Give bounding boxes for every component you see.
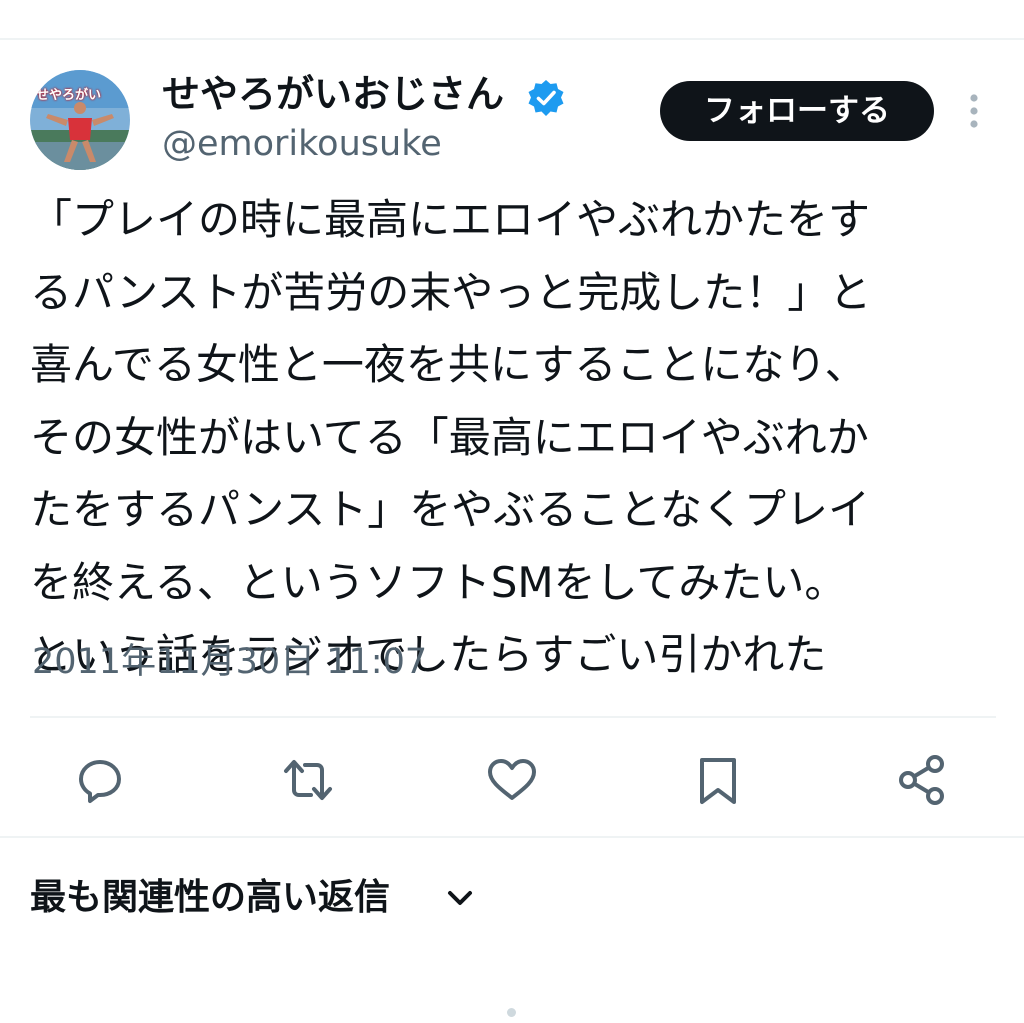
share-icon[interactable] bbox=[894, 752, 950, 808]
tweet-text-line: 喜んでる女性と一夜を共にすることになり、 bbox=[30, 340, 867, 389]
bookmark-icon[interactable] bbox=[690, 752, 746, 808]
actions-divider bbox=[30, 716, 996, 718]
scroll-indicator bbox=[507, 1008, 516, 1017]
avatar-text: せやろがい bbox=[36, 88, 102, 103]
tweet-text-line: 「プレイの時に最高にエロイやぶれかたをす bbox=[30, 195, 871, 244]
top-divider bbox=[0, 38, 1024, 40]
follow-button[interactable]: フォローする bbox=[660, 81, 934, 141]
replies-sort-label[interactable]: 最も関連性の高い返信 bbox=[30, 870, 390, 926]
replies-divider bbox=[0, 836, 1024, 838]
tweet-text-line: その女性がはいてる「最高にエロイやぶれか bbox=[30, 412, 869, 462]
tweet-text: 「プレイの時に最高にエロイやぶれかたをす るパンストが苦労の末やっと完成した！」… bbox=[30, 184, 1000, 692]
retweet-icon[interactable] bbox=[280, 752, 336, 808]
tweet-text-line: を終える、というソフトSMをしてみたい。 bbox=[30, 557, 847, 607]
author-display-name[interactable]: せやろがいおじさん bbox=[162, 68, 504, 120]
chevron-down-icon[interactable] bbox=[444, 884, 476, 912]
verified-badge-icon bbox=[528, 80, 564, 116]
heart-icon[interactable] bbox=[484, 752, 540, 808]
tweet-timestamp[interactable]: 2011年11月30日 11:07 bbox=[32, 636, 427, 688]
avatar[interactable]: せやろがい bbox=[30, 70, 130, 170]
tweet-text-line: るパンストが苦労の末やっと完成した！」と bbox=[30, 267, 872, 317]
reply-icon[interactable] bbox=[74, 752, 130, 808]
more-options-icon[interactable] bbox=[960, 90, 988, 132]
author-handle[interactable]: @emorikousuke bbox=[162, 120, 442, 168]
tweet-text-line: たをするパンスト」をやぶることなくプレイ bbox=[30, 485, 871, 534]
